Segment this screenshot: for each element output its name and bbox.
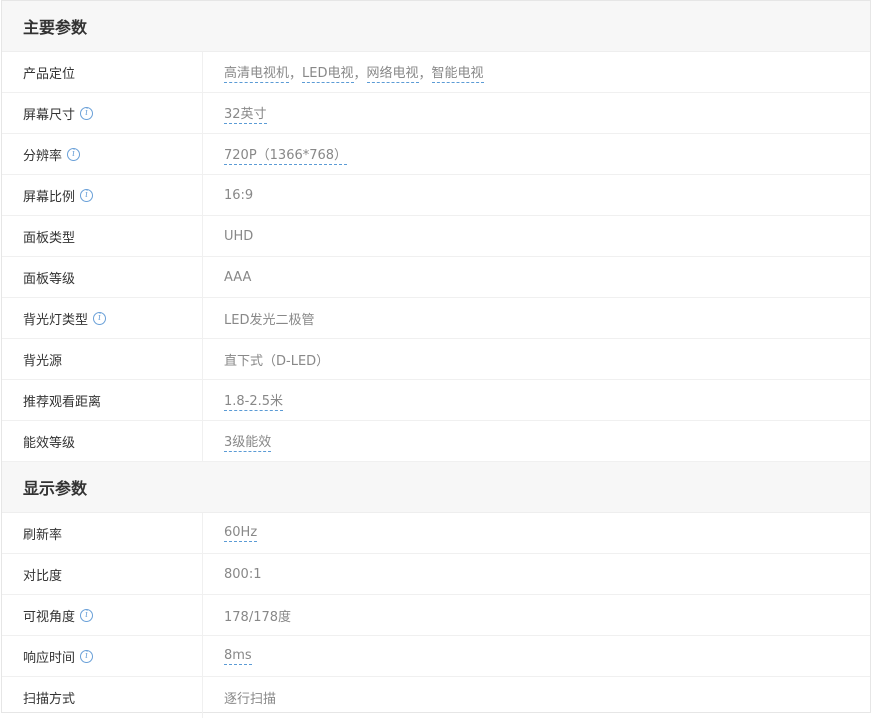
spec-value-link[interactable]: 32英寸 [224, 103, 267, 124]
info-icon[interactable]: i [93, 311, 107, 325]
section-header-display-params: 显示参数 [2, 462, 870, 513]
spec-key: 屏幕尺寸 i [2, 93, 203, 133]
spec-table: 主要参数 产品定位 高清电视机 ， LED电视 ， 网络电视 ， 智能电视 屏幕… [1, 0, 871, 718]
separator: ， [418, 66, 432, 82]
spec-value: 1.8-2.5米 [203, 380, 870, 420]
spec-value-link[interactable]: 8ms [224, 648, 252, 665]
spec-value: 直下式（D-LED） [203, 339, 870, 379]
spec-row: 对比度 800:1 [2, 554, 870, 595]
spec-value: 720P（1366*768） [203, 134, 870, 174]
spec-value-link[interactable]: LED电视 [302, 62, 354, 83]
spec-value: LED发光二极管 [203, 298, 870, 338]
spec-key: 刷新率 [2, 513, 203, 553]
spec-row: 分辨率 i 720P（1366*768） [2, 134, 870, 175]
spec-value-text: 178/178度 [224, 609, 292, 625]
spec-value-text: AAA [224, 269, 252, 285]
spec-key: 推荐观看距离 [2, 380, 203, 420]
spec-row: 面板等级 AAA [2, 257, 870, 298]
spec-row: 扫描方式 逐行扫描 [2, 677, 870, 718]
spec-value: 逐行扫描 [203, 677, 870, 718]
spec-key: 面板类型 [2, 216, 203, 256]
spec-key: 能效等级 [2, 421, 203, 461]
spec-key-label: 推荐观看距离 [23, 394, 102, 410]
spec-value-link[interactable]: 网络电视 [366, 62, 419, 83]
spec-value: 3级能效 [203, 421, 870, 461]
info-icon[interactable]: i [67, 147, 81, 161]
spec-key-label: 对比度 [23, 568, 63, 584]
spec-key-label: 响应时间 [23, 650, 76, 666]
info-icon[interactable]: i [80, 608, 94, 622]
spec-key-label: 面板类型 [23, 230, 76, 246]
spec-row: 屏幕尺寸 i 32英寸 [2, 93, 870, 134]
spec-key-label: 能效等级 [23, 435, 76, 451]
spec-row: 能效等级 3级能效 [2, 421, 870, 462]
spec-key: 背光灯类型 i [2, 298, 203, 338]
info-icon[interactable]: i [80, 188, 94, 202]
spec-key: 屏幕比例 i [2, 175, 203, 215]
spec-key: 分辨率 i [2, 134, 203, 174]
spec-value-text: 直下式（D-LED） [224, 353, 330, 369]
spec-key-label: 分辨率 [23, 148, 63, 164]
spec-row: 响应时间 i 8ms [2, 636, 870, 677]
spec-key-label: 背光源 [23, 353, 63, 369]
spec-value: 8ms [203, 636, 870, 676]
spec-key: 可视角度 i [2, 595, 203, 635]
spec-key-label: 产品定位 [23, 66, 76, 82]
spec-row: 屏幕比例 i 16:9 [2, 175, 870, 216]
spec-value-text: LED发光二极管 [224, 312, 315, 328]
section-header-main-params: 主要参数 [2, 1, 870, 52]
spec-value: 60Hz [203, 513, 870, 553]
spec-value-text: 逐行扫描 [224, 692, 277, 707]
spec-value-link[interactable]: 60Hz [224, 525, 258, 542]
separator: ， [289, 66, 303, 82]
spec-value: UHD [203, 216, 870, 256]
spec-value: 32英寸 [203, 93, 870, 133]
spec-key-label: 屏幕比例 [23, 189, 76, 205]
separator: ， [353, 66, 367, 82]
spec-key: 面板等级 [2, 257, 203, 297]
spec-row: 推荐观看距离 1.8-2.5米 [2, 380, 870, 421]
spec-value-text: 800:1 [224, 566, 262, 582]
spec-row: 面板类型 UHD [2, 216, 870, 257]
spec-row: 背光源 直下式（D-LED） [2, 339, 870, 380]
spec-row: 产品定位 高清电视机 ， LED电视 ， 网络电视 ， 智能电视 [2, 52, 870, 93]
spec-key-label: 屏幕尺寸 [23, 107, 76, 123]
spec-row: 可视角度 i 178/178度 [2, 595, 870, 636]
spec-key-label: 背光灯类型 [23, 312, 89, 328]
spec-value: 800:1 [203, 554, 870, 594]
spec-key-label: 可视角度 [23, 609, 76, 625]
spec-value-link[interactable]: 1.8-2.5米 [224, 390, 284, 411]
spec-value: 178/178度 [203, 595, 870, 635]
spec-value-text: UHD [224, 228, 254, 244]
info-icon[interactable]: i [80, 649, 94, 663]
info-icon[interactable]: i [80, 106, 94, 120]
spec-value-link[interactable]: 720P（1366*768） [224, 144, 348, 165]
spec-key: 产品定位 [2, 52, 203, 92]
spec-value-link[interactable]: 智能电视 [431, 62, 484, 83]
spec-key: 扫描方式 [2, 677, 203, 718]
section-title: 显示参数 [23, 479, 88, 498]
section-title: 主要参数 [23, 18, 88, 37]
spec-value-link[interactable]: 高清电视机 [224, 62, 290, 83]
spec-value: 高清电视机 ， LED电视 ， 网络电视 ， 智能电视 [203, 52, 870, 92]
spec-value-text: 16:9 [224, 187, 254, 203]
spec-row: 刷新率 60Hz [2, 513, 870, 554]
spec-value: 16:9 [203, 175, 870, 215]
spec-row: 背光灯类型 i LED发光二极管 [2, 298, 870, 339]
spec-key: 对比度 [2, 554, 203, 594]
spec-key-label: 刷新率 [23, 527, 63, 543]
spec-key: 背光源 [2, 339, 203, 379]
spec-key-label: 面板等级 [23, 271, 76, 287]
spec-key-label: 扫描方式 [23, 692, 76, 707]
spec-value: AAA [203, 257, 870, 297]
spec-key: 响应时间 i [2, 636, 203, 676]
spec-value-link[interactable]: 3级能效 [224, 431, 272, 452]
